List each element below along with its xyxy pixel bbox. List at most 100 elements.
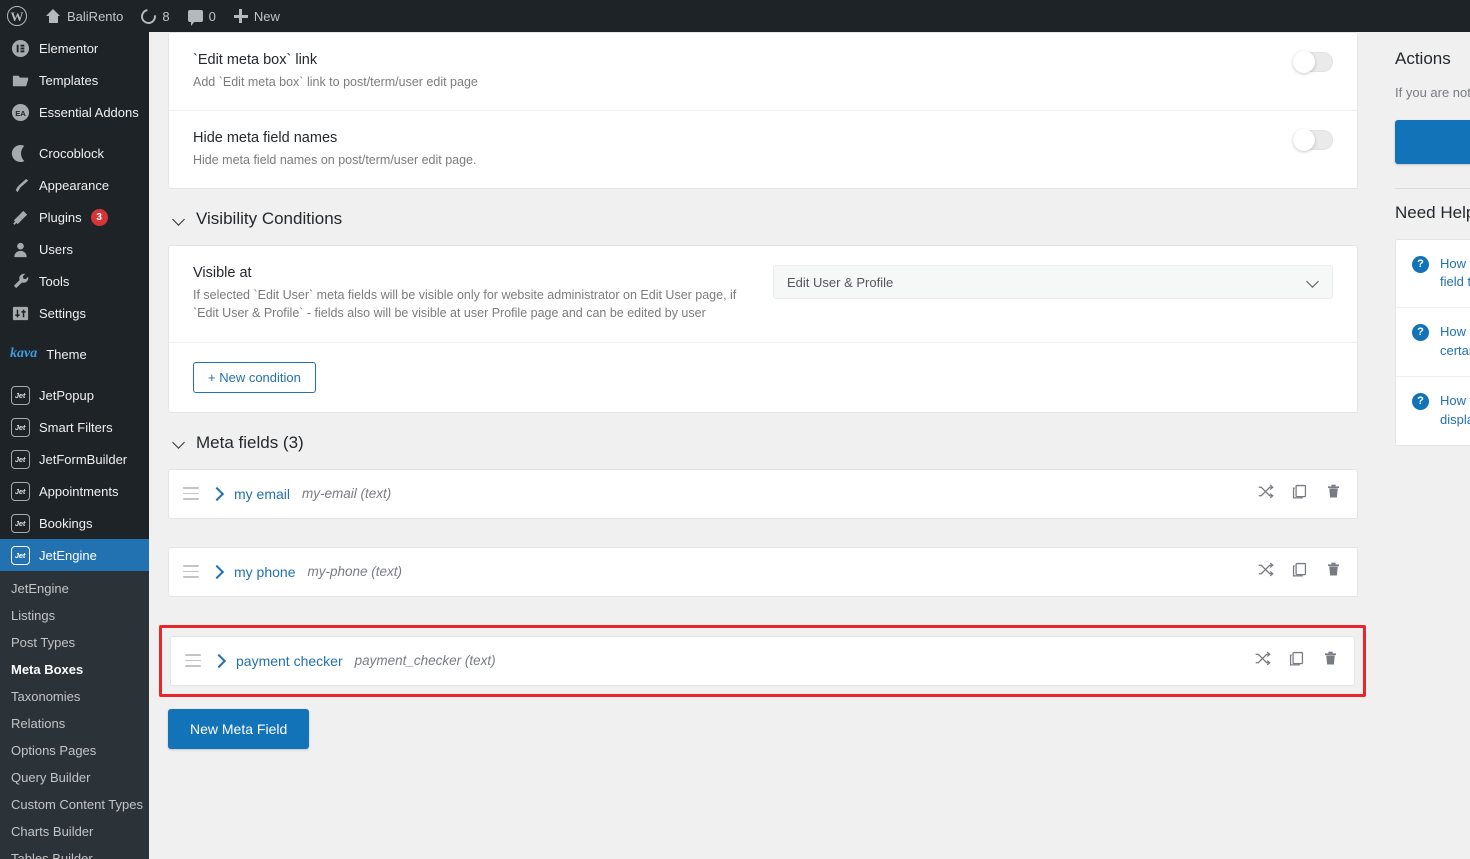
submenu-item-options-pages[interactable]: Options Pages bbox=[0, 737, 149, 764]
setting-row-edit-meta-box-link: `Edit meta box` link Add `Edit meta box`… bbox=[169, 33, 1357, 112]
meta-field-row-payment-checker[interactable]: payment checker payment_checker (text) bbox=[170, 635, 1355, 686]
sidebar-item-label: JetEngine bbox=[39, 547, 97, 563]
drag-handle-icon[interactable] bbox=[185, 654, 201, 667]
shuffle-icon[interactable] bbox=[1257, 483, 1274, 505]
meta-field-title: my phone bbox=[234, 563, 296, 580]
copy-icon[interactable] bbox=[1288, 650, 1305, 672]
drag-handle-icon[interactable] bbox=[183, 487, 199, 500]
copy-icon[interactable] bbox=[1291, 483, 1308, 505]
sidebar-item-elementor[interactable]: Elementor bbox=[0, 32, 149, 64]
help-line-1: How to c bbox=[1440, 392, 1470, 408]
edit-meta-box-link-toggle[interactable] bbox=[1293, 51, 1333, 73]
plugins-update-badge: 3 bbox=[90, 208, 108, 226]
site-name-label: BaliRento bbox=[67, 8, 124, 24]
submenu-item-meta-boxes[interactable]: Meta Boxes bbox=[0, 656, 149, 683]
help-link-item[interactable]: ? How to c field type bbox=[1396, 240, 1470, 309]
submenu-item-jetengine[interactable]: JetEngine bbox=[0, 575, 149, 602]
meta-field-slug: my-email (text) bbox=[302, 486, 392, 501]
shuffle-icon[interactable] bbox=[1254, 650, 1271, 672]
home-icon bbox=[45, 9, 61, 23]
submenu-item-query-builder[interactable]: Query Builder bbox=[0, 764, 149, 791]
sidebar-item-tools[interactable]: Tools bbox=[0, 265, 149, 297]
main-content: `Edit meta box` link Add `Edit meta box`… bbox=[149, 32, 1470, 859]
sidebar-item-templates[interactable]: Templates bbox=[0, 64, 149, 96]
admin-sidebar: Elementor Templates EA Essential Addons … bbox=[0, 32, 149, 859]
visible-at-label: Visible at bbox=[193, 265, 252, 282]
drag-handle-icon[interactable] bbox=[183, 565, 199, 578]
submenu-item-charts-builder[interactable]: Charts Builder bbox=[0, 818, 149, 845]
visibility-conditions-card: Visible at If selected `Edit User` meta … bbox=[168, 245, 1358, 413]
wp-logo-button[interactable]: W bbox=[0, 0, 36, 32]
chevron-right-icon[interactable] bbox=[211, 566, 223, 578]
sidebar-item-theme[interactable]: kava Theme bbox=[0, 338, 149, 370]
jet-icon: Jet bbox=[10, 545, 30, 565]
jet-icon: Jet bbox=[10, 417, 30, 437]
meta-field-actions bbox=[1257, 561, 1342, 583]
sidebar-item-jetengine[interactable]: Jet JetEngine bbox=[0, 539, 149, 571]
sidebar-item-appearance[interactable]: Appearance bbox=[0, 169, 149, 201]
copy-icon[interactable] bbox=[1291, 561, 1308, 583]
sidebar-item-label: Templates bbox=[39, 72, 99, 88]
submenu-item-listings[interactable]: Listings bbox=[0, 602, 149, 629]
chevron-right-icon[interactable] bbox=[211, 488, 223, 500]
chevron-right-icon[interactable] bbox=[213, 655, 225, 667]
updates-count: 8 bbox=[162, 8, 170, 24]
chevron-down-icon bbox=[174, 214, 185, 225]
site-name-link[interactable]: BaliRento bbox=[36, 0, 132, 32]
meta-field-row-my-email[interactable]: my email my-email (text) bbox=[168, 468, 1358, 519]
submenu-item-post-types[interactable]: Post Types bbox=[0, 629, 149, 656]
updates-link[interactable]: 8 bbox=[132, 0, 178, 32]
submenu-item-taxonomies[interactable]: Taxonomies bbox=[0, 683, 149, 710]
toggle-knob bbox=[1293, 51, 1315, 73]
meta-fields-header[interactable]: Meta fields (3) bbox=[168, 413, 1358, 469]
submenu-item-custom-content-types[interactable]: Custom Content Types bbox=[0, 791, 149, 818]
jet-icon: Jet bbox=[10, 481, 30, 501]
sidebar-item-jetformbuilder[interactable]: Jet JetFormBuilder bbox=[0, 443, 149, 475]
sidebar-item-bookings[interactable]: Jet Bookings bbox=[0, 507, 149, 539]
sidebar-item-label: Tools bbox=[39, 273, 70, 289]
sidebar-item-appointments[interactable]: Jet Appointments bbox=[0, 475, 149, 507]
submenu-item-tables-builder[interactable]: Tables Builder bbox=[0, 845, 149, 859]
sidebar-item-label: Essential Addons bbox=[39, 104, 139, 120]
submenu-item-relations[interactable]: Relations bbox=[0, 710, 149, 737]
sidebar-item-settings[interactable]: Settings bbox=[0, 297, 149, 329]
new-content-link[interactable]: New bbox=[225, 0, 289, 32]
sidebar-item-label: Settings bbox=[39, 305, 86, 321]
wordpress-logo-icon: W bbox=[7, 6, 27, 26]
new-condition-button[interactable]: + New condition bbox=[193, 361, 316, 393]
shuffle-icon[interactable] bbox=[1257, 561, 1274, 583]
meta-field-title: payment checker bbox=[236, 652, 343, 669]
new-meta-field-button[interactable]: New Meta Field bbox=[168, 708, 310, 749]
update-button[interactable]: Up bbox=[1395, 119, 1470, 164]
sidebar-item-label: JetPopup bbox=[39, 387, 94, 403]
svg-text:EA: EA bbox=[15, 108, 26, 117]
trash-icon[interactable] bbox=[1325, 561, 1342, 583]
help-link-item[interactable]: ? How to g certain p bbox=[1396, 308, 1470, 377]
sidebar-item-users[interactable]: Users bbox=[0, 233, 149, 265]
sidebar-item-essential-addons[interactable]: EA Essential Addons bbox=[0, 96, 149, 128]
meta-field-row-my-phone[interactable]: my phone my-phone (text) bbox=[168, 546, 1358, 597]
sidebar-item-smart-filters[interactable]: Jet Smart Filters bbox=[0, 411, 149, 443]
sidebar-item-label: Appearance bbox=[39, 177, 110, 193]
setting-title: `Edit meta box` link bbox=[193, 52, 318, 68]
kava-logo-icon: kava bbox=[10, 346, 38, 361]
sidebar-item-jetpopup[interactable]: Jet JetPopup bbox=[0, 379, 149, 411]
visibility-conditions-header[interactable]: Visibility Conditions bbox=[168, 189, 1358, 245]
plug-icon bbox=[10, 207, 30, 227]
hide-meta-field-names-toggle[interactable] bbox=[1293, 129, 1333, 152]
visible-at-description: If selected `Edit User` meta fields will… bbox=[193, 288, 737, 321]
help-link-item[interactable]: ? How to c display it bbox=[1396, 377, 1470, 445]
sidebar-item-crocoblock[interactable]: Crocoblock bbox=[0, 137, 149, 169]
help-line-2: field type bbox=[1440, 274, 1470, 290]
section-title: Meta fields (3) bbox=[196, 432, 304, 452]
sidebar-item-plugins[interactable]: Plugins 3 bbox=[0, 201, 149, 233]
question-icon: ? bbox=[1412, 392, 1429, 410]
help-link-text: How to g certain p bbox=[1440, 323, 1470, 361]
comments-link[interactable]: 0 bbox=[179, 0, 225, 32]
trash-icon[interactable] bbox=[1325, 483, 1342, 505]
visible-at-select[interactable]: Edit User & Profile bbox=[773, 265, 1333, 300]
admin-bar: W BaliRento 8 0 New bbox=[0, 0, 1470, 32]
setting-control bbox=[1293, 51, 1333, 73]
trash-icon[interactable] bbox=[1322, 650, 1339, 672]
meta-field-slug: my-phone (text) bbox=[307, 564, 403, 579]
